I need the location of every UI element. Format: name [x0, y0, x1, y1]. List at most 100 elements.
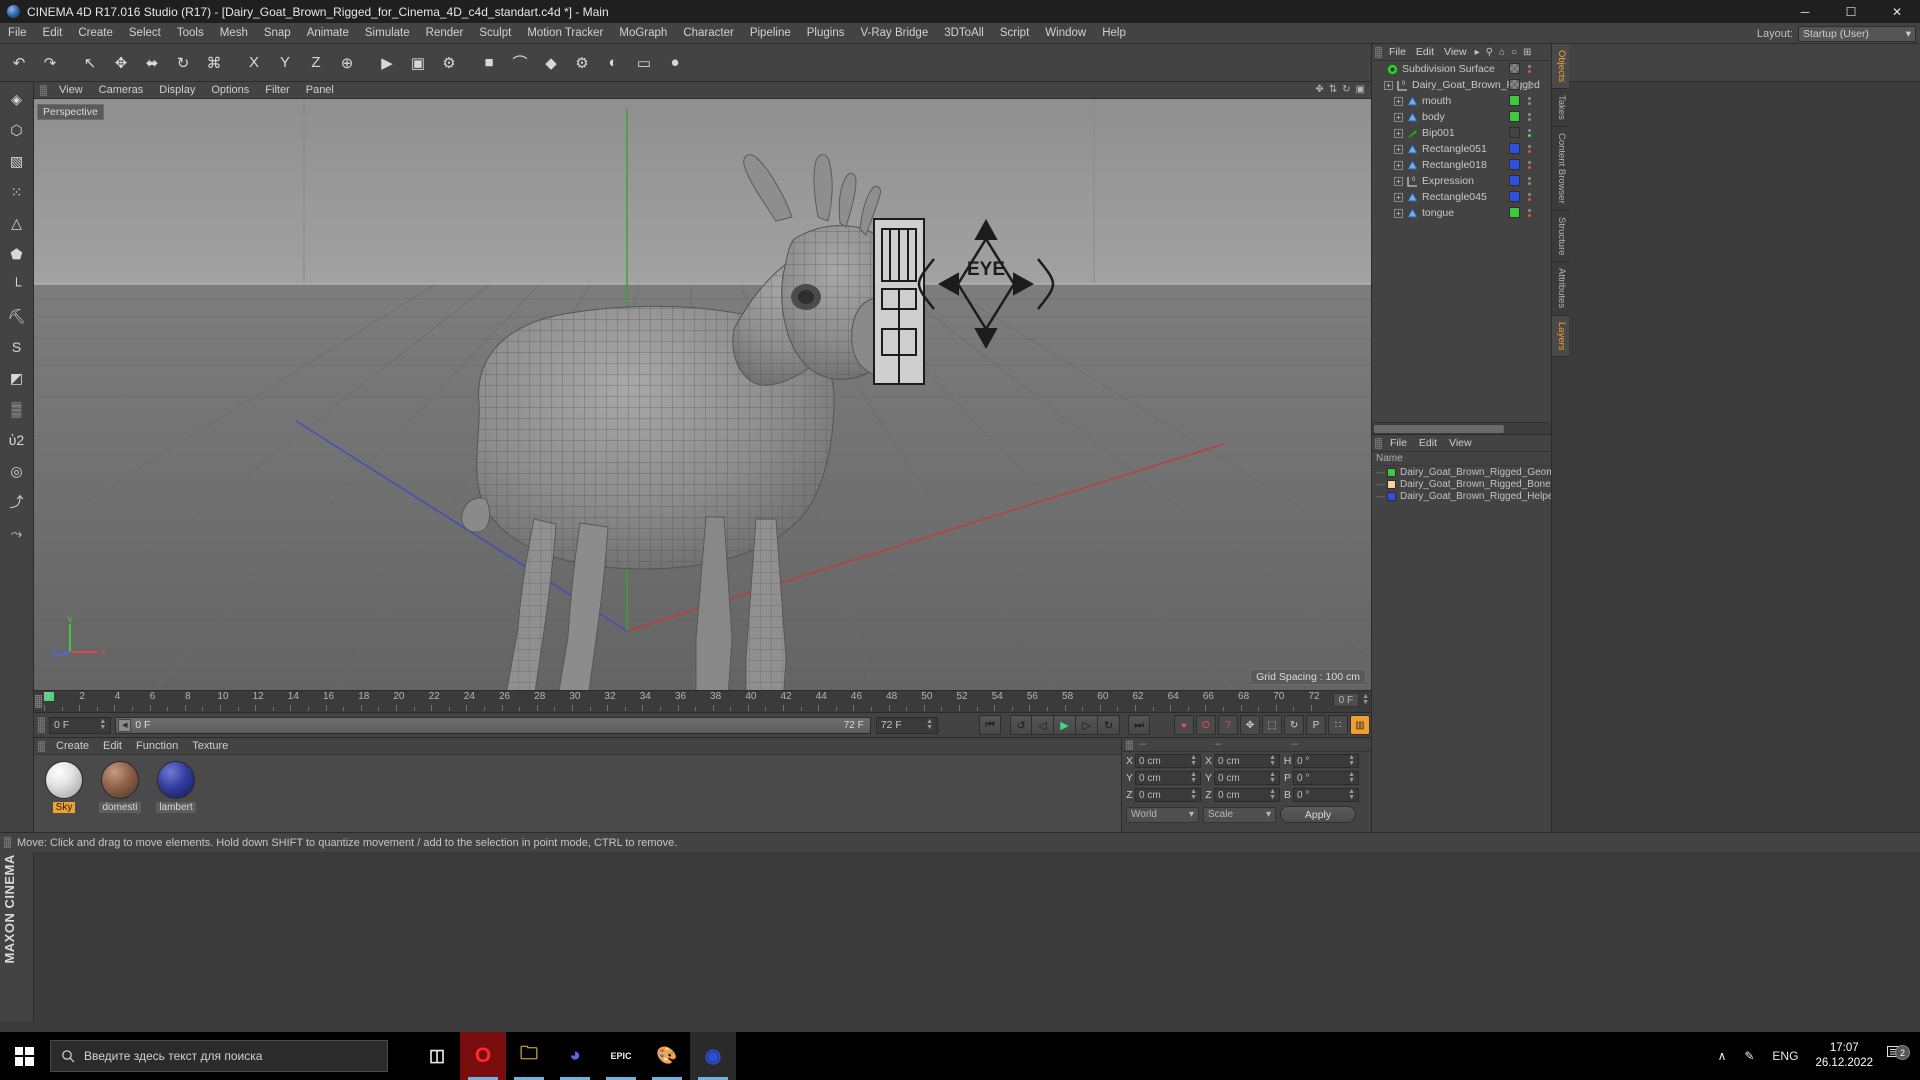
- slider-knob[interactable]: ◀: [118, 718, 132, 732]
- rotation-key-button[interactable]: ↻: [1284, 715, 1305, 735]
- viewport-nav-icons[interactable]: ✥ ⇅ ↻ ▣: [1315, 84, 1365, 95]
- current-frame-field[interactable]: 0 F ▲ ▼: [49, 716, 112, 734]
- clock[interactable]: 17:07 26.12.2022: [1807, 1041, 1881, 1071]
- position-input[interactable]: 0 cm ▲ ▼: [1135, 771, 1201, 785]
- visibility-dots[interactable]: [1528, 113, 1531, 121]
- language-indicator[interactable]: ENG: [1763, 1049, 1807, 1063]
- dock-tab-objects[interactable]: Objects: [1552, 44, 1569, 90]
- rotation-input[interactable]: 0 ° ▲ ▼: [1293, 771, 1359, 785]
- timeline-end-frame-label[interactable]: 0 F: [1332, 693, 1360, 707]
- layout-dropdown[interactable]: Startup (User) ▾: [1798, 26, 1916, 42]
- layer-row[interactable]: — Dairy_Goat_Brown_Rigged_Bones: [1372, 478, 1551, 490]
- scrollbar-thumb[interactable]: [1374, 425, 1504, 433]
- enable-snap-button[interactable]: S: [2, 332, 32, 362]
- material-menu-function[interactable]: Function: [129, 740, 185, 752]
- scale-tool-button[interactable]: ⬌: [137, 48, 167, 78]
- visibility-dots[interactable]: [1528, 177, 1531, 185]
- editor-visibility-dot[interactable]: [1528, 129, 1531, 132]
- close-button[interactable]: ✕: [1874, 0, 1920, 23]
- keyframe-selection-button[interactable]: ?: [1218, 715, 1239, 735]
- go-to-end-button[interactable]: ⏭: [1128, 715, 1151, 735]
- material-menu-texture[interactable]: Texture: [185, 740, 235, 752]
- object-tree-row[interactable]: + Bip001: [1372, 125, 1551, 141]
- animbar-grip[interactable]: [38, 717, 45, 733]
- object-layer-tag[interactable]: [1509, 127, 1520, 138]
- layer-menu-view[interactable]: View: [1443, 437, 1478, 449]
- render-visibility-dot[interactable]: [1528, 214, 1531, 217]
- pan-icon[interactable]: ✥: [1315, 84, 1323, 95]
- menu-tools[interactable]: Tools: [169, 24, 212, 43]
- editor-visibility-dot[interactable]: [1528, 177, 1531, 180]
- add-camera-button[interactable]: ▭: [629, 48, 659, 78]
- add-light-button[interactable]: ●: [660, 48, 690, 78]
- layer-color-swatch[interactable]: [1387, 491, 1396, 501]
- value-spinner-icon[interactable]: ▲ ▼: [1190, 788, 1197, 801]
- menu-motion-tracker[interactable]: Motion Tracker: [519, 24, 611, 43]
- dock-tab-attributes[interactable]: Attributes: [1552, 262, 1569, 316]
- size-input[interactable]: 0 cm ▲ ▼: [1214, 771, 1280, 785]
- material-name[interactable]: lambert: [156, 802, 196, 813]
- viewport-menu-panel[interactable]: Panel: [298, 84, 342, 96]
- editor-visibility-dot[interactable]: [1528, 209, 1531, 212]
- texture-mode-button[interactable]: ▧: [2, 146, 32, 176]
- object-layer-tag[interactable]: [1509, 207, 1520, 218]
- timeline-spinner-icon[interactable]: ▲ ▼: [1362, 693, 1369, 706]
- layer-menu-edit[interactable]: Edit: [1413, 437, 1443, 449]
- menu-script[interactable]: Script: [992, 24, 1037, 43]
- object-layer-tag[interactable]: [1509, 175, 1520, 186]
- range-spinner-icon[interactable]: ▲ ▼: [926, 718, 933, 731]
- material-preview-sphere[interactable]: [157, 761, 195, 799]
- render-visibility-dot[interactable]: [1528, 86, 1531, 89]
- object-menu-arrow-icon[interactable]: ▸: [1472, 47, 1483, 58]
- timeline-track[interactable]: 0 2 4 6 8 10 12 14 16 18 20 22 24 26 28 30 32 34 36 38 40 42 4…: [44, 691, 1320, 713]
- go-to-start-button[interactable]: ⏮: [979, 715, 1002, 735]
- visibility-dots[interactable]: [1528, 81, 1531, 89]
- editor-visibility-dot[interactable]: [1528, 97, 1531, 100]
- menu-render[interactable]: Render: [418, 24, 472, 43]
- material-grip[interactable]: [38, 740, 45, 752]
- value-spinner-icon[interactable]: ▲ ▼: [1348, 754, 1355, 767]
- maximize-button[interactable]: ☐: [1828, 0, 1874, 23]
- object-layer-tag[interactable]: [1509, 111, 1520, 122]
- show-hidden-icons-button[interactable]: ∧: [1709, 1049, 1736, 1063]
- rotation-input[interactable]: 0 ° ▲ ▼: [1293, 788, 1359, 802]
- object-layer-tag[interactable]: [1509, 191, 1520, 202]
- expand-toggle-icon[interactable]: +: [1384, 80, 1393, 90]
- size-input[interactable]: 0 cm ▲ ▼: [1214, 754, 1280, 768]
- position-key-button[interactable]: ✥: [1240, 715, 1261, 735]
- autokeying-button[interactable]: ⭘: [1196, 715, 1217, 735]
- value-spinner-icon[interactable]: ▲ ▼: [1269, 754, 1276, 767]
- search-icon[interactable]: ⚲: [1483, 47, 1496, 58]
- layer-color-swatch[interactable]: [1387, 479, 1396, 489]
- object-manager-menu-edit[interactable]: Edit: [1411, 46, 1439, 58]
- maximize-viewport-icon[interactable]: ▣: [1356, 84, 1365, 95]
- object-tree-row[interactable]: Subdivision Surface: [1372, 61, 1551, 77]
- minimize-button[interactable]: ─: [1782, 0, 1828, 23]
- y-axis-lock-button[interactable]: Y: [270, 48, 300, 78]
- viewport-menu-options[interactable]: Options: [203, 84, 257, 96]
- select-tool-button[interactable]: ↖: [75, 48, 105, 78]
- perspective-viewport[interactable]: Perspective Grid Spacing : 100 cm EYE Y …: [34, 99, 1371, 690]
- object-layer-tag[interactable]: [1509, 143, 1520, 154]
- value-spinner-icon[interactable]: ▲ ▼: [1190, 771, 1197, 784]
- menu-create[interactable]: Create: [70, 24, 121, 43]
- menu-plugins[interactable]: Plugins: [799, 24, 853, 43]
- previous-frame-button[interactable]: ◁: [1032, 715, 1055, 735]
- value-spinner-icon[interactable]: ▲ ▼: [1269, 771, 1276, 784]
- visibility-dots[interactable]: [1528, 65, 1531, 73]
- file-explorer-taskbar-icon[interactable]: 🗀: [506, 1032, 552, 1080]
- visibility-button[interactable]: ◎: [2, 456, 32, 486]
- layer-list[interactable]: — Dairy_Goat_Brown_Rigged_Geome — Dairy_Goa…: [1372, 466, 1551, 502]
- menu-mograph[interactable]: MoGraph: [611, 24, 675, 43]
- grid-snap-button[interactable]: ▒: [2, 394, 32, 424]
- object-manager-scrollbar[interactable]: [1372, 422, 1551, 434]
- menu-select[interactable]: Select: [121, 24, 169, 43]
- menu-window[interactable]: Window: [1037, 24, 1094, 43]
- viewport-menu-cameras[interactable]: Cameras: [91, 84, 152, 96]
- rotate-tool-button[interactable]: ↻: [168, 48, 198, 78]
- render-settings-button[interactable]: ⚙: [434, 48, 464, 78]
- range-end-field[interactable]: 72 F ▲ ▼: [875, 716, 939, 734]
- menu-animate[interactable]: Animate: [299, 24, 357, 43]
- object-manager-menu-file[interactable]: File: [1384, 46, 1411, 58]
- menu-edit[interactable]: Edit: [35, 24, 71, 43]
